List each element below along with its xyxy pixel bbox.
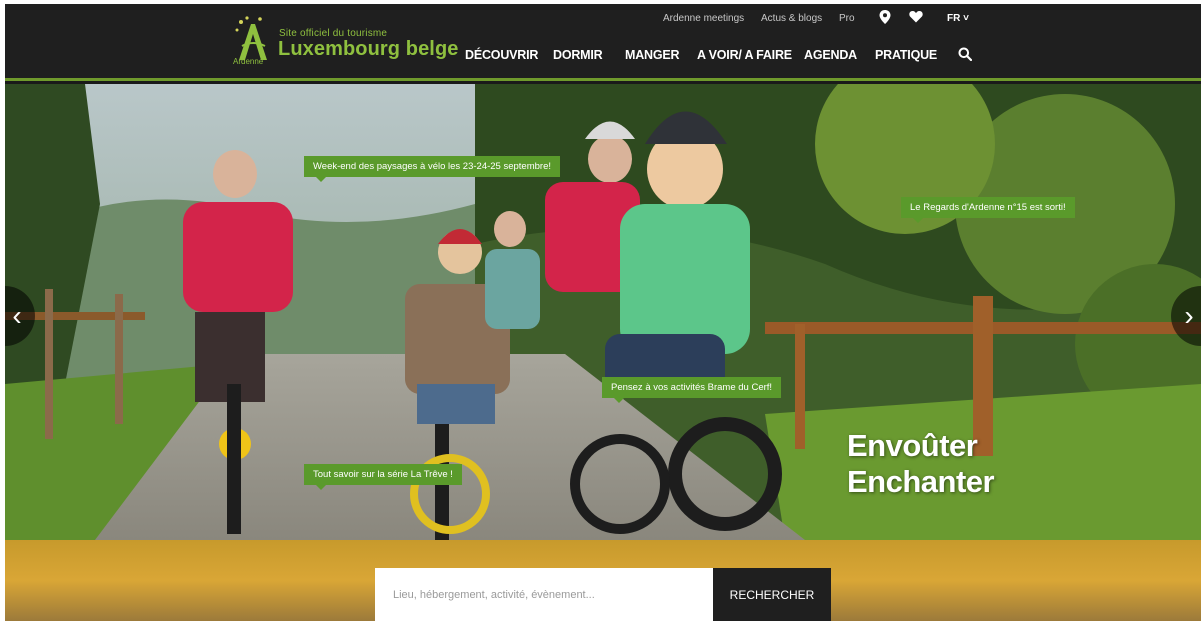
site-logo[interactable]: Site officiel du tourisme Luxembourg bel…: [233, 16, 458, 70]
hero-tag-treve[interactable]: Tout savoir sur la série La Trêve !: [304, 464, 462, 490]
hero-tag-weekend[interactable]: Week-end des paysages à vélo les 23-24-2…: [304, 156, 560, 182]
nav-dormir[interactable]: DORMIR: [553, 48, 603, 62]
search-band: ⚲ RECHERCHER: [5, 540, 1201, 621]
link-pro[interactable]: Pro: [839, 13, 855, 24]
search-input[interactable]: [375, 568, 713, 621]
logo-name: Luxembourg belge: [278, 38, 459, 60]
map-pin-icon[interactable]: [879, 10, 891, 27]
nav-agenda[interactable]: AGENDA: [804, 48, 857, 62]
nav-manger[interactable]: MANGER: [625, 48, 680, 62]
search-icon[interactable]: [958, 47, 973, 64]
heart-icon[interactable]: [909, 10, 923, 26]
hero-slider: Week-end des paysages à vélo les 23-24-2…: [5, 84, 1201, 540]
search-button[interactable]: RECHERCHER: [713, 568, 831, 621]
site-header: Site officiel du tourisme Luxembourg bel…: [5, 4, 1201, 81]
slogan-line-2: Enchanter: [847, 464, 995, 499]
link-actus-blogs[interactable]: Actus & blogs: [761, 13, 822, 24]
page-frame: Site officiel du tourisme Luxembourg bel…: [5, 4, 1201, 621]
hero-tag-regards[interactable]: Le Regards d'Ardenne n°15 est sorti!: [901, 197, 1075, 223]
link-ardenne-meetings[interactable]: Ardenne meetings: [663, 13, 744, 24]
nav-pratique[interactable]: PRATIQUE: [875, 48, 937, 62]
nav-decouvrir[interactable]: DÉCOUVRIR: [465, 48, 538, 62]
logo-region: Ardenne: [233, 57, 264, 66]
hero-photo: [5, 84, 1201, 540]
hero-tag-brame[interactable]: Pensez à vos activités Brame du Cerf!: [602, 377, 782, 403]
slogan-line-1: Envoûter: [847, 428, 978, 463]
nav-a-voir-a-faire[interactable]: A VOIR/ A FAIRE: [697, 48, 792, 62]
hero-slogan: Envoûter Enchanter: [847, 428, 995, 500]
language-selector[interactable]: FR ˅: [947, 13, 969, 24]
